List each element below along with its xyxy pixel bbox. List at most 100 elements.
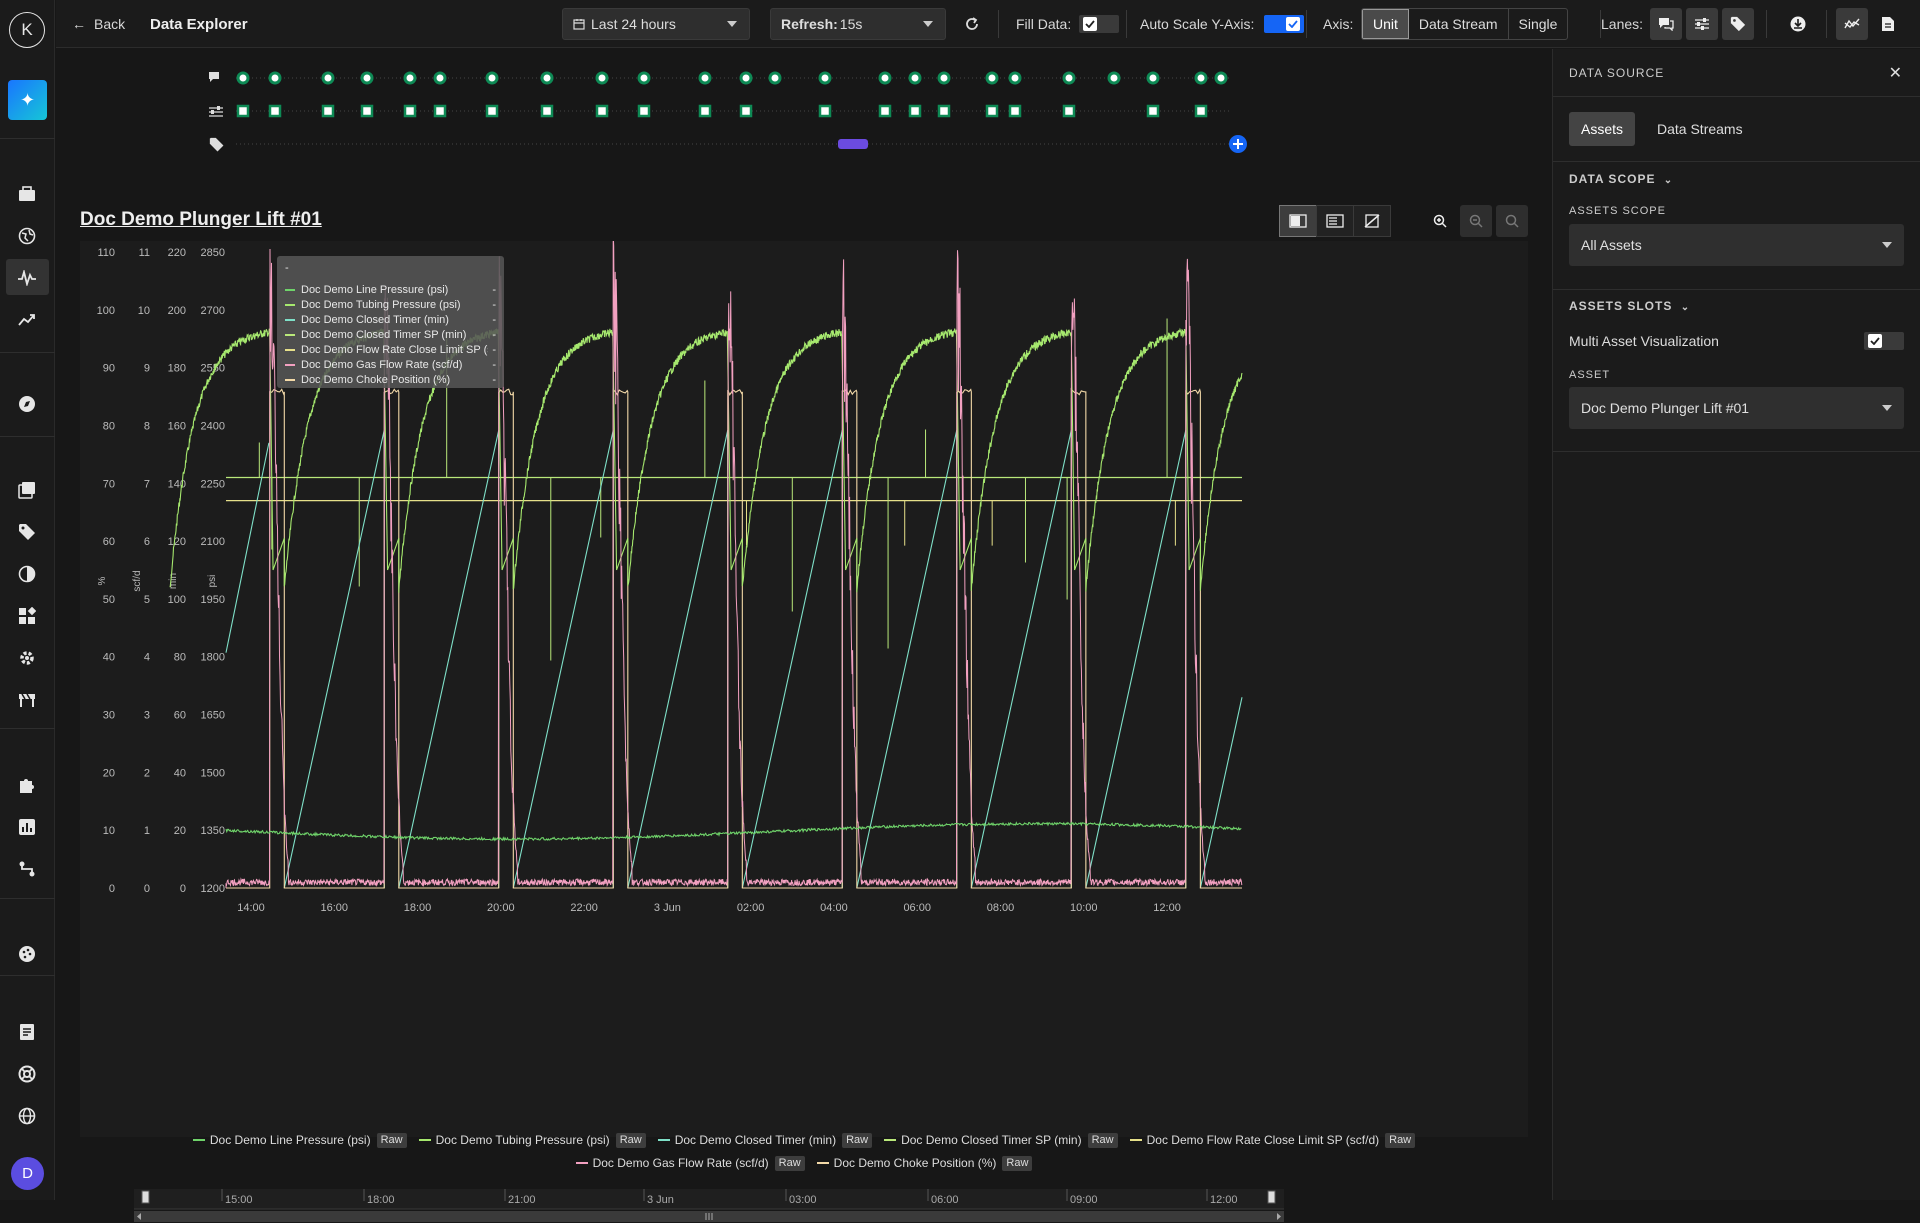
legend-label: Doc Demo Tubing Pressure (psi) <box>435 1133 610 1147</box>
user-avatar[interactable]: D <box>11 1157 44 1190</box>
y-axis-tick-label: 1800 <box>201 652 225 664</box>
comment-marker <box>268 71 282 85</box>
view-split-button[interactable] <box>1279 205 1317 237</box>
raw-badge[interactable]: Raw <box>1087 1132 1118 1148</box>
time-range-select[interactable]: Last 24 hours <box>562 8 750 40</box>
navigator-tick-label: 18:00 <box>367 1194 395 1206</box>
navigator-left-handle[interactable] <box>141 1190 150 1204</box>
raw-badge[interactable]: Raw <box>1385 1132 1416 1148</box>
raw-badge[interactable]: Raw <box>842 1132 873 1148</box>
tooltip-series-label: Doc Demo Closed Timer SP (min) <box>301 328 467 341</box>
raw-badge[interactable]: Raw <box>774 1155 805 1171</box>
view-hide-button[interactable] <box>1353 205 1391 237</box>
route-icon[interactable] <box>13 855 41 883</box>
chart-title[interactable]: Doc Demo Plunger Lift #01 <box>80 209 322 231</box>
trend-icon[interactable] <box>13 306 41 334</box>
y-axis-tick-label: 110 <box>97 247 115 259</box>
language-icon[interactable] <box>13 1102 41 1130</box>
document-icon[interactable] <box>13 1018 41 1046</box>
comment-marker <box>1194 71 1208 85</box>
data-source-panel-button[interactable] <box>1836 8 1868 40</box>
asset-select[interactable]: Doc Demo Plunger Lift #01 <box>1569 387 1904 429</box>
divider <box>1766 10 1767 38</box>
y-axis-tick-label: 20 <box>103 767 115 779</box>
series-swatch <box>816 1162 829 1164</box>
compass-icon[interactable] <box>13 390 41 418</box>
data-source-panel: DATA SOURCE ✕ Assets Data Streams DATA S… <box>1552 49 1920 1200</box>
y-axis-unit-label: % <box>97 576 108 585</box>
globe-icon[interactable] <box>13 222 41 250</box>
choke-position-line <box>226 387 1242 889</box>
zoom-reset-button[interactable] <box>1496 205 1528 237</box>
ai-assistant-icon[interactable]: ✦ <box>8 80 47 120</box>
x-axis-tick-label: 08:00 <box>987 902 1015 914</box>
assets-scope-select[interactable]: All Assets <box>1569 224 1904 266</box>
assets-scope-label: ASSETS SCOPE <box>1569 205 1666 217</box>
tag-icon[interactable] <box>13 518 41 546</box>
legend-item[interactable]: Doc Demo Gas Flow Rate (scf/d) Raw <box>575 1153 805 1173</box>
axis-option-single[interactable]: Single <box>1509 9 1568 39</box>
auto-scale-toggle[interactable] <box>1264 15 1305 33</box>
legend-item[interactable]: Doc Demo Line Pressure (psi) Raw <box>192 1130 407 1150</box>
refresh-select[interactable]: Refresh: 15s <box>770 8 946 40</box>
gear-icon[interactable] <box>13 644 41 672</box>
legend-item[interactable]: Doc Demo Flow Rate Close Limit SP (scf/d… <box>1129 1130 1416 1150</box>
y-axis-tick-label: 1500 <box>201 767 225 779</box>
y-axis-tick-label: 50 <box>103 594 115 606</box>
y-axis-tick-label: 200 <box>168 305 186 317</box>
legend-item[interactable]: Doc Demo Tubing Pressure (psi) Raw <box>418 1130 646 1150</box>
add-tag-button[interactable] <box>1229 135 1247 153</box>
event-marker <box>595 104 609 118</box>
tab-assets[interactable]: Assets <box>1569 112 1636 146</box>
x-axis-tick-label: 12:00 <box>1153 902 1181 914</box>
legend-item[interactable]: Doc Demo Closed Timer (min) Raw <box>657 1130 873 1150</box>
y-axis-tick-label: 1 <box>144 825 150 837</box>
comments-lane-button[interactable] <box>1650 8 1682 40</box>
zoom-in-button[interactable] <box>1424 205 1456 237</box>
legend-item[interactable]: Doc Demo Choke Position (%) Raw <box>816 1153 1033 1173</box>
axis-option-unit[interactable]: Unit <box>1362 9 1409 39</box>
tab-data-streams[interactable]: Data Streams <box>1645 112 1755 146</box>
tags-lane-button[interactable] <box>1722 8 1754 40</box>
y-axis-tick-label: 70 <box>103 478 115 490</box>
barrier-icon[interactable] <box>13 686 41 714</box>
data-scope-header[interactable]: DATA SCOPE ⌄ <box>1569 172 1673 186</box>
back-button[interactable]: ← Back <box>72 0 125 48</box>
y-axis-tick-label: 4 <box>144 652 150 664</box>
events-lane-button[interactable] <box>1686 8 1718 40</box>
raw-badge[interactable]: Raw <box>615 1132 646 1148</box>
zoom-out-button[interactable] <box>1460 205 1492 237</box>
notes-panel-button[interactable] <box>1872 8 1904 40</box>
close-icon[interactable]: ✕ <box>1889 63 1902 83</box>
axis-option-data-stream[interactable]: Data Stream <box>1409 9 1509 39</box>
tooltip-row: Doc Demo Closed Timer SP (min) - <box>285 327 496 342</box>
comment-marker <box>739 71 753 85</box>
refresh-button[interactable] <box>964 0 980 48</box>
y-axis-tick-label: 1650 <box>201 710 225 722</box>
fill-data-checkbox[interactable] <box>1079 15 1120 33</box>
time-navigator[interactable]: 15:00 18:00 21:00 3 Jun 03:00 06:00 09:00 12:00 <box>134 1189 1284 1223</box>
app-logo[interactable]: K <box>9 12 45 48</box>
series-swatch <box>285 378 295 381</box>
assets-slots-header[interactable]: ASSETS SLOTS ⌄ <box>1569 299 1690 313</box>
report-icon[interactable] <box>13 813 41 841</box>
data-explorer-icon[interactable] <box>13 264 41 292</box>
raw-badge[interactable]: Raw <box>1002 1155 1033 1171</box>
divider <box>1553 161 1920 162</box>
widgets-icon[interactable] <box>13 602 41 630</box>
raw-badge[interactable]: Raw <box>376 1132 407 1148</box>
dashboard-icon[interactable] <box>13 180 41 208</box>
download-button[interactable] <box>1782 8 1814 40</box>
view-list-button[interactable] <box>1316 205 1354 237</box>
help-icon[interactable] <box>13 1060 41 1088</box>
palette-icon[interactable] <box>13 940 41 968</box>
time-range-value: Last 24 hours <box>591 16 676 32</box>
puzzle-icon[interactable] <box>13 771 41 799</box>
navigator-right-handle[interactable] <box>1267 1190 1276 1204</box>
tag-icon <box>209 137 224 152</box>
multi-asset-toggle[interactable] <box>1864 332 1904 350</box>
assets-slots-label: ASSETS SLOTS <box>1569 299 1673 313</box>
gallery-icon[interactable] <box>13 476 41 504</box>
legend-item[interactable]: Doc Demo Closed Timer SP (min) Raw <box>884 1130 1118 1150</box>
contrast-icon[interactable] <box>13 560 41 588</box>
